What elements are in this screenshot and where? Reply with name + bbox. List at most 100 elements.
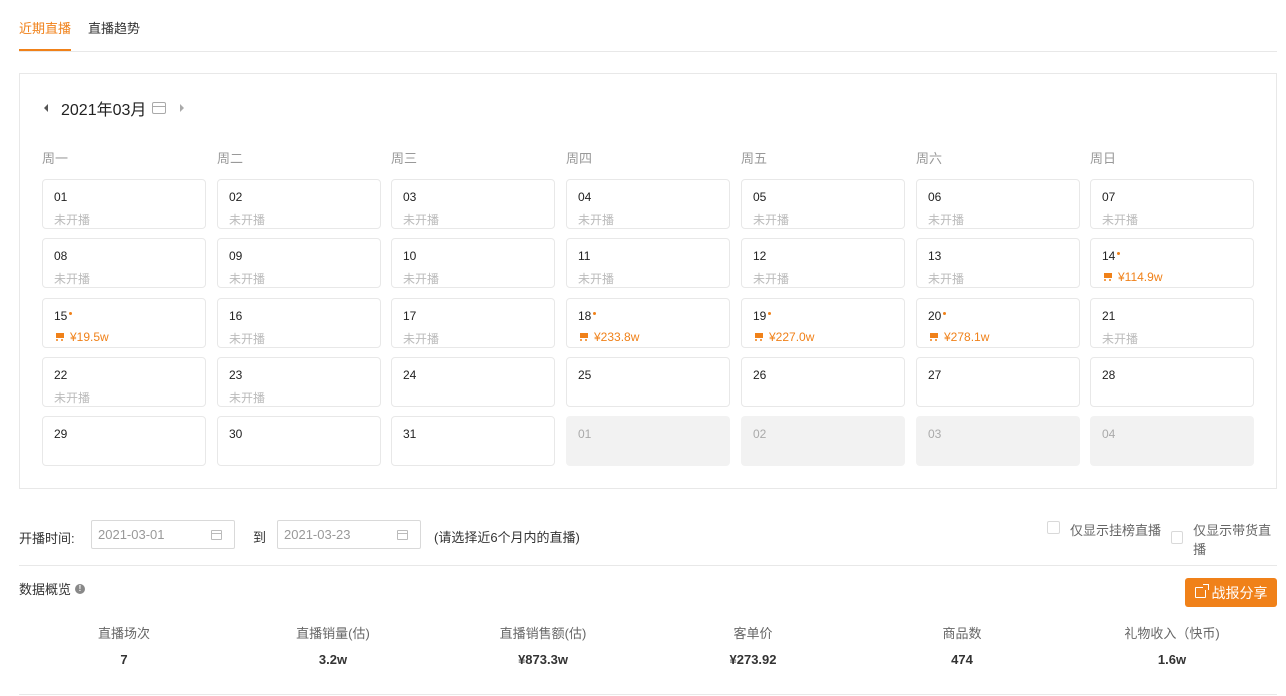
- calendar-day-cell[interactable]: 31: [391, 416, 555, 466]
- calendar-day-cell[interactable]: 06 未开播: [916, 179, 1080, 229]
- calendar-day-cell[interactable]: 21 未开播: [1090, 298, 1254, 348]
- metric-value: 7: [120, 652, 128, 667]
- live-dot-icon: [1117, 252, 1121, 255]
- calendar-day-cell[interactable]: 17 未开播: [391, 298, 555, 348]
- calendar-day-cell[interactable]: 14 ¥114.9w: [1090, 238, 1254, 288]
- calendar-day-cell: 01: [566, 416, 730, 466]
- day-number-text: 20: [928, 309, 942, 323]
- info-icon[interactable]: !: [75, 583, 86, 594]
- calendar-day-cell[interactable]: 16 未开播: [217, 298, 381, 348]
- weekday-label: 周日: [1090, 151, 1117, 166]
- calendar-day-cell[interactable]: 13 未开播: [916, 238, 1080, 288]
- day-number-text: 06: [928, 190, 942, 204]
- day-number-text: 31: [403, 427, 417, 441]
- weekday-label: 周五: [741, 151, 768, 166]
- next-month-icon[interactable]: [180, 104, 185, 112]
- day-status: 未开播: [403, 272, 440, 286]
- calendar-day-cell[interactable]: 29: [42, 416, 206, 466]
- day-sales: ¥227.0w: [753, 330, 814, 344]
- calendar-day-cell[interactable]: 11 未开播: [566, 238, 730, 288]
- calendar-day-cell: 03: [916, 416, 1080, 466]
- day-sales-value: ¥114.9w: [1118, 270, 1163, 284]
- calendar-day-cell[interactable]: 01 未开播: [42, 179, 206, 229]
- day-sales: ¥278.1w: [928, 330, 989, 344]
- calendar-day-cell[interactable]: 03 未开播: [391, 179, 555, 229]
- day-number: 05: [753, 190, 766, 204]
- day-status: 未开播: [928, 272, 965, 286]
- day-status: 未开播: [229, 391, 266, 405]
- day-number: 11: [578, 249, 590, 263]
- month-navigator: 2021年03月: [44, 98, 185, 119]
- calendar-day-cell[interactable]: 22 未开播: [42, 357, 206, 407]
- calendar-day-cell[interactable]: 07 未开播: [1090, 179, 1254, 229]
- calendar-day-cell[interactable]: 12 未开播: [741, 238, 905, 288]
- overview-title: 数据概览 !: [19, 579, 86, 598]
- calendar-day-cell[interactable]: 23 未开播: [217, 357, 381, 407]
- share-report-button[interactable]: 战报分享: [1185, 578, 1277, 607]
- calendar-day-cell[interactable]: 25: [566, 357, 730, 407]
- calendar-day-cell[interactable]: 08 未开播: [42, 238, 206, 288]
- calendar-icon: [211, 530, 222, 540]
- metric-label: 礼物收入（快币): [1124, 626, 1220, 641]
- live-calendar: 2021年03月 周一 周二 周三 周四 周五 周六 周日 01 未开播 02 未开播 03 未开播 0…: [19, 73, 1277, 489]
- day-number: 04: [578, 190, 591, 204]
- calendar-day-cell[interactable]: 28: [1090, 357, 1254, 407]
- date-filter: 开播时间: 2021-03-01 到 2021-03-23 (请选择近6个月内的…: [19, 520, 1277, 557]
- divider: [19, 694, 1277, 695]
- day-number: 02: [229, 190, 242, 204]
- day-sales: ¥233.8w: [578, 330, 639, 344]
- calendar-day-cell[interactable]: 10 未开播: [391, 238, 555, 288]
- calendar-day-cell[interactable]: 15 ¥19.5w: [42, 298, 206, 348]
- calendar-day-cell[interactable]: 26: [741, 357, 905, 407]
- calendar-day-cell: 04: [1090, 416, 1254, 466]
- checkbox-box[interactable]: [1047, 521, 1060, 534]
- day-status: 未开播: [229, 272, 266, 286]
- calendar-day-cell[interactable]: 19 ¥227.0w: [741, 298, 905, 348]
- day-number-text: 03: [928, 427, 942, 441]
- selling-only-checkbox[interactable]: 仅显示带货直播: [1171, 520, 1277, 558]
- checkbox-box[interactable]: [1171, 530, 1184, 544]
- ranked-only-checkbox[interactable]: 仅显示挂榜直播: [1047, 520, 1161, 539]
- calendar-day-cell[interactable]: 04 未开播: [566, 179, 730, 229]
- tab-live-trend[interactable]: 直播趋势: [88, 18, 140, 51]
- day-number-text: 25: [578, 368, 592, 382]
- calendar-day-cell[interactable]: 24: [391, 357, 555, 407]
- day-number-text: 28: [1102, 368, 1116, 382]
- day-status: 未开播: [578, 272, 615, 286]
- calendar-day-cell[interactable]: 30: [217, 416, 381, 466]
- day-status: 未开播: [753, 272, 790, 286]
- ranked-only-label: 仅显示挂榜直播: [1070, 523, 1162, 538]
- metric-value: 1.6w: [1157, 652, 1187, 667]
- calendar-day-cell[interactable]: 09 未开播: [217, 238, 381, 288]
- metric-value: ¥273.92: [729, 652, 777, 667]
- tab-recent-live[interactable]: 近期直播: [19, 18, 71, 51]
- calendar-day-cell: 02: [741, 416, 905, 466]
- calendar-icon[interactable]: [152, 102, 167, 114]
- calendar-day-cell[interactable]: 02 未开播: [217, 179, 381, 229]
- calendar-day-cell[interactable]: 05 未开播: [741, 179, 905, 229]
- calendar-day-cell[interactable]: 20 ¥278.1w: [916, 298, 1080, 348]
- prev-month-icon[interactable]: [44, 104, 48, 112]
- calendar-day-cell[interactable]: 27: [916, 357, 1080, 407]
- end-date-input[interactable]: 2021-03-23: [277, 520, 421, 549]
- day-status: 未开播: [403, 332, 440, 346]
- day-number: 22: [54, 368, 67, 382]
- day-number-text: 12: [753, 249, 767, 263]
- day-status: 未开播: [753, 213, 790, 227]
- day-status: 未开播: [928, 213, 965, 227]
- cart-icon: [54, 332, 65, 342]
- day-number: 18: [578, 309, 597, 323]
- day-number: 01: [54, 190, 67, 204]
- calendar-day-cell[interactable]: 18 ¥233.8w: [566, 298, 730, 348]
- weekday-label: 周二: [217, 151, 244, 166]
- day-number-text: 09: [229, 249, 243, 263]
- day-number-text: 13: [928, 249, 942, 263]
- start-date-input[interactable]: 2021-03-01: [91, 520, 235, 549]
- month-label: 2021年03月: [61, 102, 147, 119]
- metric-label: 直播销量(估): [296, 626, 370, 641]
- live-dot-icon: [593, 312, 597, 315]
- day-status: 未开播: [403, 213, 440, 227]
- day-number-text: 16: [229, 309, 243, 323]
- day-status: 未开播: [54, 272, 91, 286]
- day-number-text: 14: [1102, 249, 1116, 263]
